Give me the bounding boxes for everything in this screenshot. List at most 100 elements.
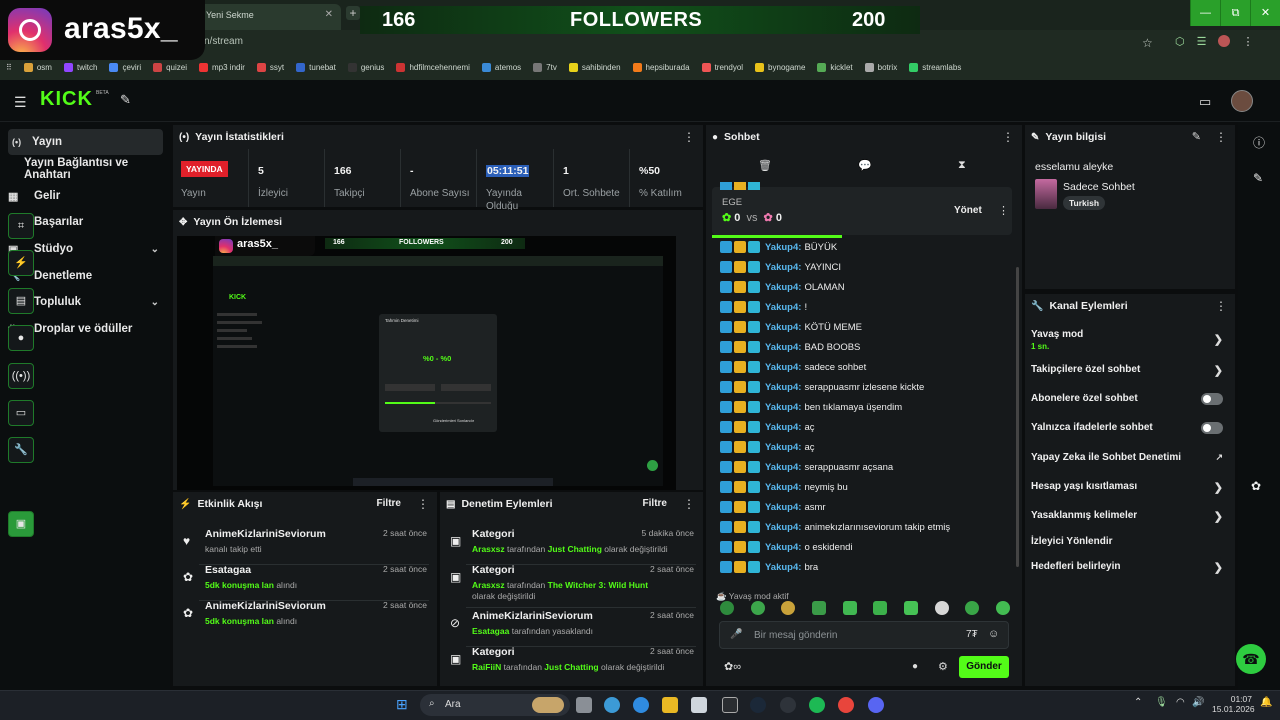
bookmark-item[interactable]: atemos [481,60,521,74]
subscribers-only-toggle[interactable] [1201,393,1223,405]
emoji-icon[interactable]: ☺ [988,628,999,640]
send-button[interactable]: Gönder [959,656,1009,678]
profile-icon[interactable] [1218,35,1231,47]
bookmark-item[interactable]: mp3 indir [199,60,245,74]
action-followers-only[interactable]: Takipçilere özel sohbet ❯ [1031,364,1231,377]
emote-icon[interactable] [903,601,918,615]
emote-icon[interactable] [965,601,980,615]
action-subscribers-only[interactable]: Abonelere özel sohbet [1031,393,1231,405]
chat-username[interactable]: Yakup4: [765,402,801,413]
apps-icon[interactable]: ⠿ [6,60,12,74]
taskbar-search[interactable]: ⌕ Ara [420,694,570,716]
kick-logo[interactable]: KICK [40,88,93,111]
emote-7tv-icon[interactable]: 7₮ [966,629,978,640]
bookmark-item[interactable]: osm [23,60,52,74]
category-name[interactable]: Sadece Sohbet [1063,181,1135,193]
chat-username[interactable]: Yakup4: [765,322,801,333]
support-icon[interactable]: ☎ [1236,644,1266,674]
obs-icon[interactable] [780,697,796,713]
spotify-icon[interactable] [809,697,825,713]
sidebar-item-yayin[interactable]: (•) Yayın [8,129,163,155]
epic-games-icon[interactable] [722,697,738,713]
category-thumbnail[interactable] [1035,179,1057,209]
bookmark-item[interactable]: streamlabs [909,60,961,74]
reading-list-icon[interactable]: ☰ [1197,35,1207,48]
bookmark-item[interactable]: quizei [153,60,187,74]
filter-button[interactable]: Filtre [643,498,667,509]
tag-badge[interactable]: Turkish [1063,196,1106,210]
emote-icon[interactable] [811,601,826,615]
chat-username[interactable]: Yakup4: [765,362,801,373]
browser-tab[interactable]: Yeni Sekme ✕ [196,4,341,30]
points-icon[interactable]: ✿ [1251,479,1261,493]
rail-button-crop-icon[interactable]: ⌗ [8,213,34,239]
avatar[interactable] [1231,90,1253,112]
chat-username[interactable]: Yakup4: [765,382,801,393]
bookmark-item[interactable]: twitch [63,60,97,74]
action-account-age[interactable]: Hesap yaşı kısıtlaması ❯ [1031,481,1231,494]
more-icon[interactable]: ⋮ [417,497,429,511]
bookmark-item[interactable]: hepsiburada [632,60,690,74]
emote-icon[interactable] [934,601,949,615]
more-icon[interactable]: ⋮ [683,130,695,144]
more-icon[interactable]: ⋮ [1215,130,1227,144]
bookmark-item[interactable]: çeviri [109,60,141,74]
file-explorer-icon[interactable] [662,697,678,713]
action-banned-words[interactable]: Yasaklanmış kelimeler ❯ [1031,510,1231,523]
edge-icon[interactable] [604,697,620,713]
bookmark-item[interactable]: botrix [864,60,897,74]
microphone-icon[interactable]: 🎙 [1155,697,1168,708]
emote-icon[interactable] [873,601,888,615]
bookmark-item[interactable]: hdfilmcehennemi [396,60,470,74]
more-icon[interactable]: ⋮ [998,204,1009,217]
wifi-icon[interactable]: ◠ [1176,697,1185,708]
chat-input[interactable]: 🎤 Bir mesaj gönderin 7₮ ☺ [719,621,1009,649]
taskbar-clock[interactable]: 01:07 15.01.2026 [1212,694,1255,714]
rail-button-wrench-icon[interactable]: 🔧 [8,437,34,463]
rail-button-layout-icon[interactable]: ▭ [8,400,34,426]
task-view-icon[interactable] [576,697,592,713]
close-window-button[interactable]: ✕ [1250,0,1280,26]
rail-button-green-icon[interactable]: ▣ [8,511,34,537]
bookmark-item[interactable]: sahibinden [568,60,621,74]
chat-username[interactable]: Yakup4: [765,462,801,473]
bookmark-item[interactable]: 7tv [533,60,557,74]
minimize-button[interactable]: — [1190,0,1220,26]
stream-preview-video[interactable]: aras5x_ 166 FOLLOWERS 200 KICK Tahmin De… [177,236,676,490]
more-icon[interactable]: ⋮ [683,497,695,511]
bookmark-item[interactable]: genius [347,60,384,74]
rail-button-document-icon[interactable]: ▤ [8,288,34,314]
bookmark-item[interactable]: tunebat [296,60,336,74]
bookmark-item[interactable]: bynogame [755,60,805,74]
emote-icon[interactable] [995,601,1010,615]
browser-icon[interactable] [633,697,649,713]
rail-button-lightning-icon[interactable]: ⚡ [8,250,34,276]
chat-username[interactable]: Yakup4: [765,422,801,433]
pin-icon[interactable]: ✎ [120,92,131,108]
action-ai-moderation[interactable]: Yapay Zeka ile Sohbet Denetimi ↗ [1031,452,1231,463]
chat-username[interactable]: Yakup4: [765,262,801,273]
chat-bubble-icon[interactable]: ● [912,661,918,672]
sidebar-item-gelir[interactable]: ▦ Gelir [8,183,163,209]
filter-button[interactable]: Filtre [377,498,401,509]
chat-username[interactable]: Yakup4: [765,522,801,533]
emote-icon[interactable] [781,601,796,615]
volume-icon[interactable]: 🔊 [1192,697,1204,708]
chrome-icon[interactable] [838,697,854,713]
rail-button-chat-icon[interactable]: ● [8,325,34,351]
chat-username[interactable]: Yakup4: [765,242,801,253]
tray-chevron-icon[interactable]: ⌃ [1134,697,1142,708]
address-bar[interactable]: n/stream [196,33,1166,53]
discord-icon[interactable] [868,697,884,713]
emote-icon[interactable] [720,601,734,615]
store-icon[interactable] [691,697,707,713]
hourglass-icon[interactable]: ⧗ [958,159,966,172]
bookmark-item[interactable]: kicklet [817,60,853,74]
chat-username[interactable]: Yakup4: [765,562,801,573]
info-icon[interactable]: ⓘ [1253,134,1265,151]
action-goals[interactable]: Hedefleri belirleyin ❯ [1031,561,1231,574]
bookmark-item[interactable]: ssyt [256,60,284,74]
notification-icon[interactable]: 🔔 [1260,697,1272,708]
bookmark-item[interactable]: trendyol [701,60,743,74]
emote-icon[interactable] [842,601,857,615]
